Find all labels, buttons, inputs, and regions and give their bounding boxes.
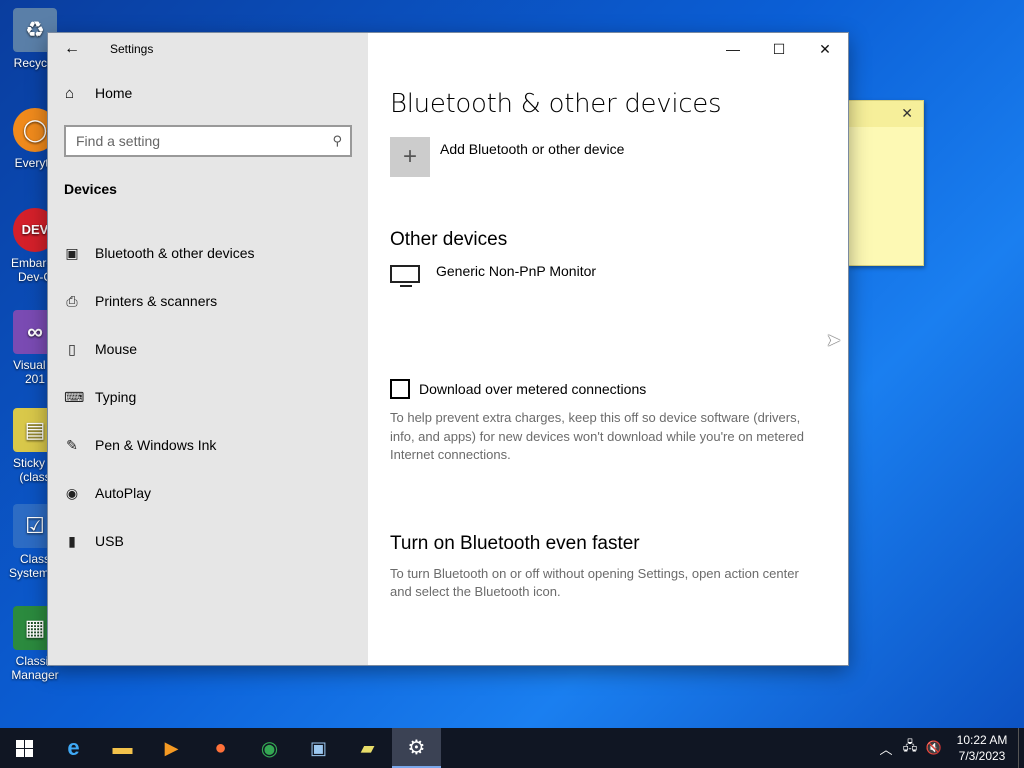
- monitor-icon: [390, 265, 422, 289]
- sidebar-item-label: Mouse: [95, 341, 138, 357]
- keyboard-icon: ⌨: [64, 388, 85, 405]
- sidebar-item-label: Typing: [95, 389, 137, 405]
- add-device-button[interactable]: + Add Bluetooth or other device: [390, 137, 820, 177]
- plus-icon: +: [390, 137, 430, 177]
- home-icon: ⌂: [65, 84, 75, 102]
- add-device-label: Add Bluetooth or other device: [440, 141, 625, 157]
- close-icon[interactable]: ✕: [901, 105, 913, 122]
- control-panel-icon: ▣: [309, 737, 327, 758]
- back-button[interactable]: ←: [48, 33, 96, 65]
- sidebar-item-label: Printers & scanners: [95, 293, 218, 309]
- taskbar-ie[interactable]: e: [49, 728, 98, 768]
- title-bar[interactable]: ← Settings: [48, 33, 368, 65]
- home-label: Home: [95, 85, 133, 101]
- bluetooth-faster-description: To turn Bluetooth on or off without open…: [390, 565, 799, 600]
- page-title: Bluetooth & other devices: [390, 89, 722, 119]
- system-tray: ︿ 🖧 🔇 10:22 AM 7/3/2023: [874, 728, 1024, 768]
- sidebar-item-label: USB: [95, 533, 124, 549]
- device-item[interactable]: Generic Non-PnP Monitor: [390, 263, 820, 289]
- windows-start-icon: [16, 739, 33, 757]
- close-icon: ✕: [819, 40, 831, 57]
- start-button[interactable]: [0, 728, 49, 768]
- sidebar-item-typing[interactable]: ⌨ Typing: [48, 373, 368, 421]
- back-arrow-icon: ←: [64, 40, 80, 57]
- printer-icon: ⎙: [66, 292, 78, 309]
- page-content: Bluetooth & other devices + Add Bluetoot…: [390, 89, 820, 602]
- sidebar-item-pen[interactable]: ✎ Pen & Windows Ink: [48, 421, 368, 469]
- sidebar-item-mouse[interactable]: ▯ Mouse: [48, 325, 368, 373]
- settings-sidebar: ← Settings ⌂ Home Find a setting ⚲ Devic…: [48, 33, 368, 665]
- taskbar-file-explorer[interactable]: ▬: [98, 728, 147, 768]
- minimize-icon: —: [726, 41, 740, 57]
- sidebar-nav: ▣ Bluetooth & other devices ⎙ Printers &…: [48, 229, 368, 565]
- mouse-cursor-icon: ➤: [826, 330, 842, 350]
- sidebar-item-label: Bluetooth & other devices: [95, 245, 255, 261]
- app-title: Settings: [110, 42, 154, 56]
- ie-icon: e: [67, 735, 80, 760]
- chevron-up-icon[interactable]: ︿: [874, 739, 898, 758]
- folder-icon: ▬: [112, 736, 133, 759]
- other-devices-heading: Other devices: [390, 229, 508, 250]
- search-placeholder: Find a setting: [76, 133, 161, 149]
- sticky-note-titlebar[interactable]: ✕: [849, 101, 923, 127]
- search-input[interactable]: Find a setting ⚲: [64, 125, 352, 157]
- sidebar-item-autoplay[interactable]: ◉ AutoPlay: [48, 469, 368, 517]
- sidebar-item-label: Pen & Windows Ink: [95, 437, 217, 453]
- bluetooth-devices-icon: ▣: [65, 244, 79, 261]
- volume-muted-icon[interactable]: 🔇: [922, 740, 946, 756]
- show-desktop-button[interactable]: [1018, 728, 1024, 768]
- taskbar-settings[interactable]: ⚙: [392, 728, 441, 768]
- taskbar-control-panel[interactable]: ▣: [294, 728, 343, 768]
- autoplay-icon: ◉: [65, 484, 79, 501]
- metered-checkbox[interactable]: [390, 379, 410, 399]
- sticky-note[interactable]: ✕: [848, 100, 924, 266]
- taskbar: e ▬ ▶ ● ◉ ▣ ▰ ⚙ ︿ 🖧 🔇 10:22 AM 7/3/2023: [0, 728, 1024, 768]
- window-controls: — ☐ ✕: [710, 33, 848, 65]
- mouse-icon: ▯: [68, 340, 76, 357]
- close-button[interactable]: ✕: [802, 33, 848, 65]
- clock[interactable]: 10:22 AM 7/3/2023: [946, 732, 1018, 764]
- home-nav-item[interactable]: ⌂ Home: [48, 73, 368, 113]
- sidebar-item-printers[interactable]: ⎙ Printers & scanners: [48, 277, 368, 325]
- sidebar-item-bluetooth[interactable]: ▣ Bluetooth & other devices: [48, 229, 368, 277]
- metered-connections-option[interactable]: Download over metered connections: [390, 379, 820, 399]
- taskbar-chrome[interactable]: ◉: [245, 728, 294, 768]
- taskbar-sticky-notes[interactable]: ▰: [343, 728, 392, 768]
- sticky-notes-icon: ▰: [360, 737, 375, 758]
- device-name: Generic Non-PnP Monitor: [436, 263, 597, 279]
- taskbar-firefox[interactable]: ●: [196, 728, 245, 768]
- firefox-icon: ●: [214, 736, 227, 759]
- metered-description: To help prevent extra charges, keep this…: [390, 410, 804, 462]
- usb-icon: ▮: [68, 532, 76, 549]
- taskbar-media-player[interactable]: ▶: [147, 728, 196, 768]
- section-label: Devices: [64, 181, 117, 197]
- minimize-button[interactable]: —: [710, 33, 756, 65]
- maximize-icon: ☐: [772, 40, 786, 57]
- chrome-icon: ◉: [260, 737, 279, 760]
- sidebar-item-usb[interactable]: ▮ USB: [48, 517, 368, 565]
- maximize-button[interactable]: ☐: [756, 33, 802, 65]
- clock-time: 10:22 AM: [956, 733, 1008, 747]
- clock-date: 7/3/2023: [958, 749, 1006, 763]
- media-player-icon: ▶: [164, 737, 179, 758]
- sidebar-item-label: AutoPlay: [95, 485, 152, 501]
- network-icon[interactable]: 🖧: [898, 737, 922, 759]
- metered-label: Download over metered connections: [419, 381, 647, 397]
- search-icon[interactable]: ⚲: [332, 133, 342, 149]
- pen-icon: ✎: [66, 436, 78, 453]
- settings-main: — ☐ ✕ Bluetooth & other devices + Add Bl…: [368, 33, 848, 665]
- settings-gear-icon: ⚙: [407, 736, 426, 759]
- settings-window: ← Settings ⌂ Home Find a setting ⚲ Devic…: [48, 33, 848, 665]
- bluetooth-faster-heading: Turn on Bluetooth even faster: [390, 532, 640, 554]
